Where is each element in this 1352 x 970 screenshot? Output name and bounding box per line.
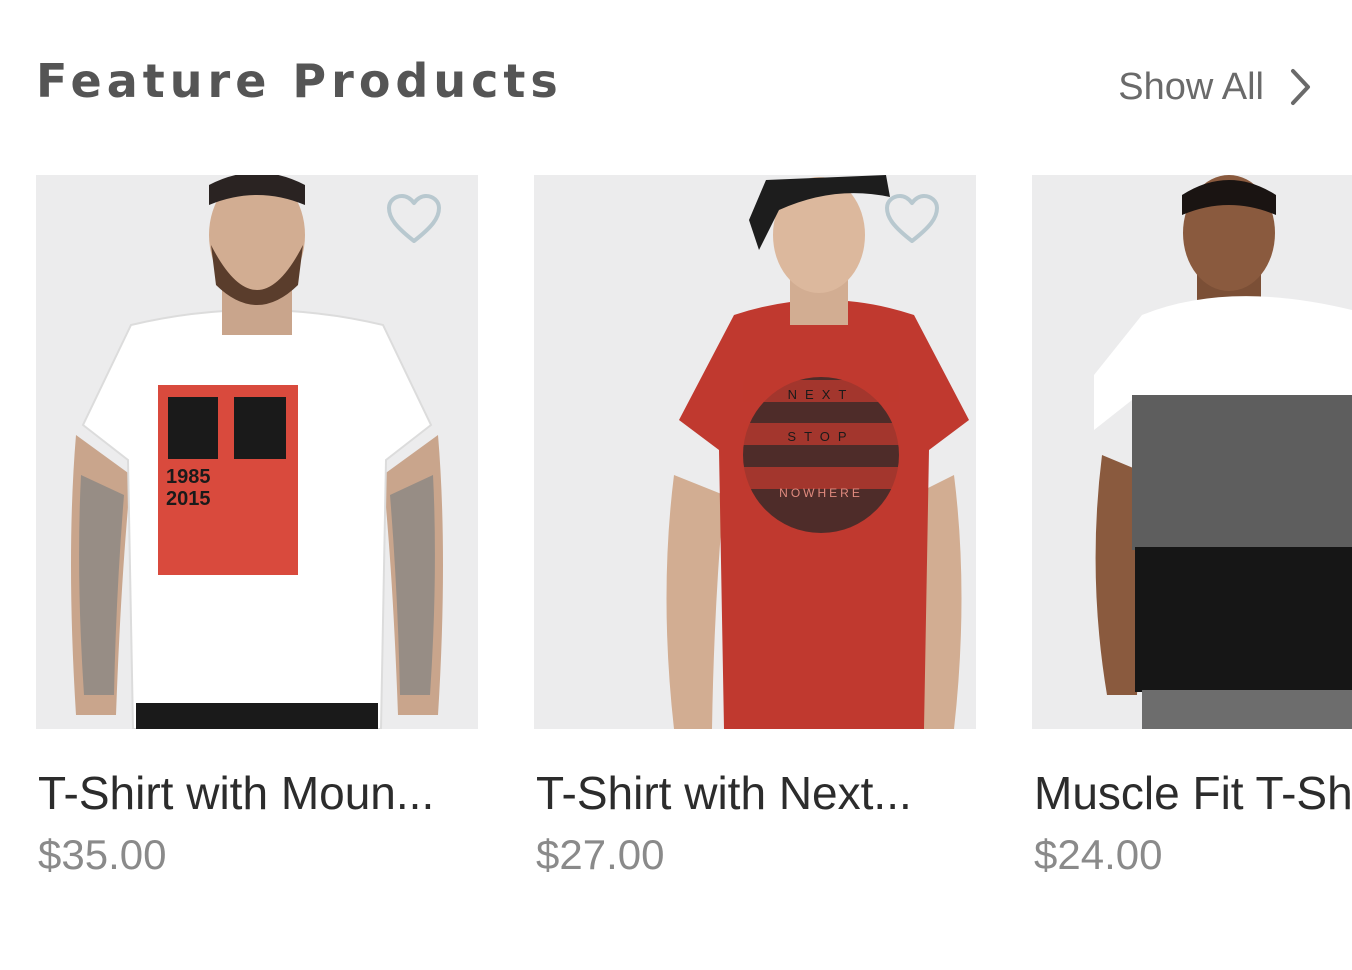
product-card[interactable]: 1985 2015 T-Shirt with Moun... $35.00 (36, 175, 478, 895)
heart-icon[interactable] (884, 193, 940, 245)
product-image[interactable]: NEXT STOP NOWHERE (534, 175, 976, 729)
product-price: $35.00 (38, 831, 167, 878)
print-text-2: STOP (787, 429, 854, 444)
product-carousel[interactable]: 1985 2015 T-Shirt with Moun... $35.00 NE… (0, 175, 1352, 895)
product-photo: NEXT STOP NOWHERE (534, 175, 976, 729)
section-header: Feature Products Show All (0, 0, 1352, 160)
heart-icon[interactable] (386, 193, 442, 245)
product-photo (1032, 175, 1352, 729)
product-price: $24.00 (1034, 831, 1163, 878)
chevron-right-icon (1291, 69, 1310, 105)
product-price: $27.00 (536, 831, 665, 878)
product-card[interactable]: Muscle Fit T-Shirt $24.00 (1032, 175, 1352, 895)
product-image[interactable]: 1985 2015 (36, 175, 478, 729)
print-text-2: 2015 (166, 488, 211, 510)
print-text-3: NOWHERE (779, 486, 863, 500)
print-text-1: NEXT (788, 387, 855, 402)
section-title: Feature Products (36, 54, 563, 108)
print-text-1: 1985 (166, 466, 211, 488)
show-all-button[interactable]: Show All (1118, 60, 1312, 114)
product-card[interactable]: NEXT STOP NOWHERE T-Shirt with Next... $… (534, 175, 976, 895)
product-name[interactable]: T-Shirt with Next... (536, 765, 996, 821)
product-image[interactable] (1032, 175, 1352, 729)
product-name[interactable]: T-Shirt with Moun... (38, 765, 498, 821)
product-photo: 1985 2015 (36, 175, 478, 729)
product-name[interactable]: Muscle Fit T-Shirt (1034, 765, 1352, 821)
show-all-label: Show All (1118, 65, 1264, 108)
